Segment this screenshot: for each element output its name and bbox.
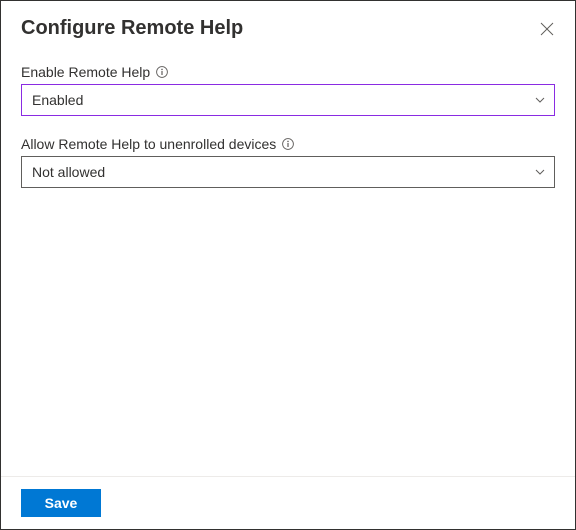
panel-title: Configure Remote Help	[21, 17, 243, 40]
panel-footer: Save	[1, 476, 575, 529]
enable-remote-help-value: Enabled	[32, 92, 83, 108]
chevron-down-icon	[534, 94, 546, 106]
allow-unenrolled-dropdown[interactable]: Not allowed	[21, 156, 555, 188]
enable-remote-help-dropdown[interactable]: Enabled	[21, 84, 555, 116]
info-icon[interactable]	[156, 66, 168, 78]
close-icon	[540, 22, 554, 36]
enable-remote-help-label-row: Enable Remote Help	[21, 64, 555, 80]
allow-unenrolled-field: Allow Remote Help to unenrolled devices …	[21, 136, 555, 188]
enable-remote-help-label: Enable Remote Help	[21, 64, 150, 80]
panel-header: Configure Remote Help	[1, 1, 575, 40]
panel-body: Enable Remote Help Enabled	[1, 40, 575, 476]
allow-unenrolled-value: Not allowed	[32, 164, 105, 180]
save-button[interactable]: Save	[21, 489, 101, 517]
allow-unenrolled-label: Allow Remote Help to unenrolled devices	[21, 136, 276, 152]
enable-remote-help-field: Enable Remote Help Enabled	[21, 64, 555, 116]
info-icon[interactable]	[282, 138, 294, 150]
close-button[interactable]	[539, 21, 555, 37]
configure-remote-help-panel: Configure Remote Help Enable Remote Help	[0, 0, 576, 530]
chevron-down-icon	[534, 166, 546, 178]
allow-unenrolled-label-row: Allow Remote Help to unenrolled devices	[21, 136, 555, 152]
